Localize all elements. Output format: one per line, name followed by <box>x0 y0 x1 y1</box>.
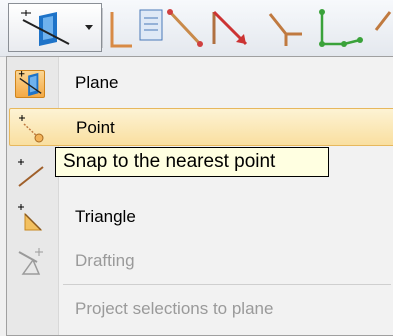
line-segment-button[interactable] <box>166 4 206 52</box>
snap-mode-menu: Plane Point Triangle Drafting Project se… <box>6 56 393 336</box>
menu-item-project-selections: Project selections to plane <box>9 290 393 328</box>
drafting-icon <box>15 248 45 276</box>
partial-tool-icon <box>374 11 392 31</box>
snap-mode-dropdown[interactable] <box>8 3 102 52</box>
tooltip: Snap to the nearest point <box>55 147 329 177</box>
green-polyline-icon <box>319 9 363 47</box>
toolbar <box>0 0 393 57</box>
arrow-line-icon <box>212 10 248 46</box>
polyline-corner-icon <box>110 12 132 48</box>
menu-item-plane[interactable]: Plane <box>9 64 393 102</box>
menu-separator <box>63 284 391 285</box>
y-junction-button[interactable] <box>262 4 310 52</box>
menu-item-label: Point <box>76 118 115 137</box>
triangle-snap-icon <box>15 204 45 232</box>
menu-item-drafting: Drafting <box>9 242 393 280</box>
partial-tool-button[interactable] <box>370 4 393 52</box>
notes-icon <box>139 9 163 41</box>
menu-item-label: Project selections to plane <box>75 299 274 318</box>
menu-item-label: Drafting <box>75 251 135 270</box>
menu-item-triangle[interactable]: Triangle <box>9 198 393 236</box>
arrow-line-button[interactable] <box>208 4 256 52</box>
plane-snap-icon <box>21 10 70 46</box>
line-segment-icon <box>167 9 203 47</box>
point-snap-icon <box>16 115 46 143</box>
polyline-corner-button[interactable] <box>106 4 136 52</box>
menu-item-label: Plane <box>75 73 119 92</box>
nearest-line-icon <box>15 159 45 187</box>
green-polyline-button[interactable] <box>316 4 368 52</box>
menu-item-label: Triangle <box>75 207 136 226</box>
y-junction-icon <box>268 13 302 46</box>
toolbar-separator <box>102 8 103 48</box>
plane-snap-icon <box>15 70 45 98</box>
chevron-down-icon <box>85 25 93 30</box>
notes-button[interactable] <box>136 4 166 52</box>
menu-item-point[interactable]: Point <box>9 108 393 146</box>
